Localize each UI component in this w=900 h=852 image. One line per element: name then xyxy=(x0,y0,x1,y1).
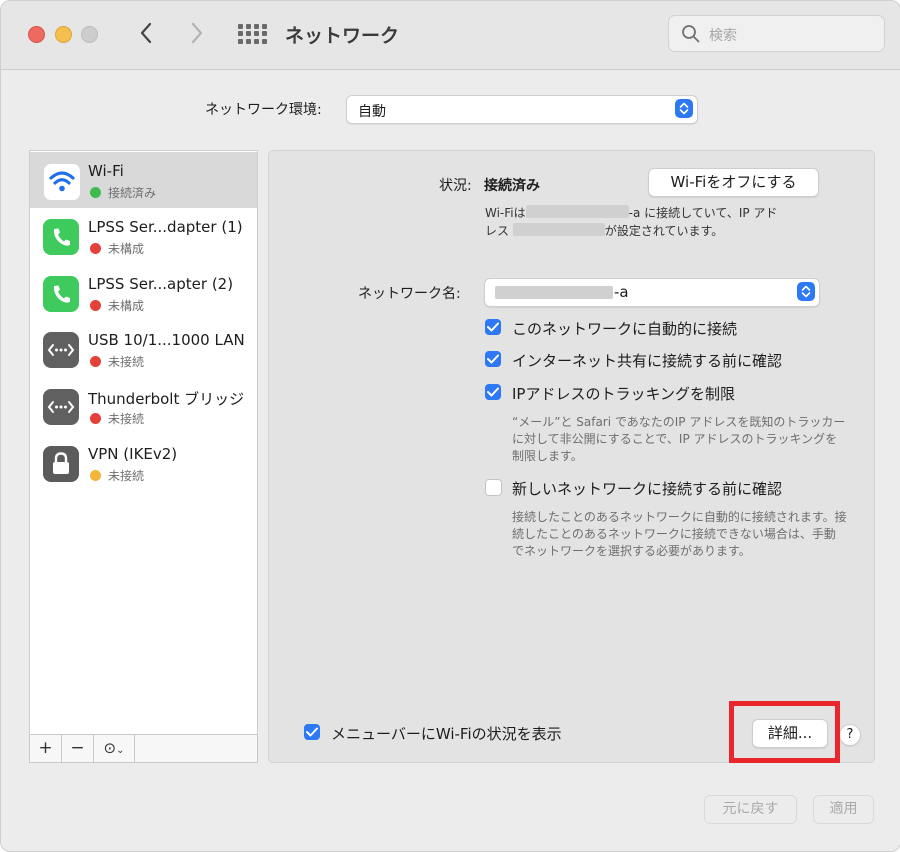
tracking-note: “メール”と Safari であなたのIP アドレスを既知のトラッカーに対して非… xyxy=(512,415,846,463)
location-label: ネットワーク環境: xyxy=(205,102,322,118)
ethernet-icon xyxy=(43,332,79,368)
chevron-down-icon: ⌄ xyxy=(116,745,125,756)
status-desc-part: レス xyxy=(485,224,510,238)
show-wifi-menubar-label: メニューバーにWi-Fiの状況を表示 xyxy=(331,725,562,743)
checkmark-icon xyxy=(306,727,318,737)
wifi-off-button[interactable]: Wi-Fiをオフにする xyxy=(648,168,819,197)
forward-button[interactable] xyxy=(182,19,210,47)
lock-icon xyxy=(43,446,79,482)
checkmark-icon xyxy=(487,354,499,364)
redacted-network-name xyxy=(495,286,613,299)
new-network-note: 接続したことのあるネットワークに自動的に接続されます。接続したことのあるネットワ… xyxy=(512,510,847,558)
ask-hotspot-checkbox[interactable] xyxy=(485,351,501,367)
service-item-wifi[interactable]: Wi-Fi 接続済み xyxy=(30,152,257,208)
status-dot xyxy=(90,470,101,481)
add-service-button[interactable]: + xyxy=(30,735,62,762)
service-name: Thunderbolt ブリッジ xyxy=(88,390,245,408)
status-dot xyxy=(90,300,101,311)
zoom-window-button[interactable] xyxy=(81,26,98,43)
service-list-toolbar: + − ⊙⌄ xyxy=(29,734,258,763)
service-item-vpn[interactable]: VPN (IKEv2) 未接続 xyxy=(30,435,257,491)
back-button[interactable] xyxy=(133,19,161,47)
wifi-icon xyxy=(43,163,81,201)
location-popup[interactable]: 自動 xyxy=(346,95,698,124)
limit-ip-tracking-label: IPアドレスのトラッキングを制限 xyxy=(512,385,736,403)
ask-new-network-checkbox[interactable] xyxy=(485,479,502,496)
auto-join-label: このネットワークに自動的に接続 xyxy=(512,320,738,338)
window-title: ネットワーク xyxy=(285,25,400,47)
status-dot xyxy=(90,187,101,198)
popup-stepper-icon xyxy=(675,99,693,118)
action-icon: ⊙ xyxy=(103,739,117,757)
chevron-left-icon xyxy=(140,22,152,44)
popup-stepper-icon xyxy=(797,282,815,301)
service-list: Wi-Fi 接続済み LPSS Ser...dapter (1) 未構成 LPS… xyxy=(29,150,258,735)
location-value: 自動 xyxy=(358,104,386,120)
search-field[interactable]: 検索 xyxy=(668,15,885,52)
search-placeholder: 検索 xyxy=(709,28,737,44)
help-button[interactable]: ? xyxy=(839,724,861,746)
checkmark-icon xyxy=(487,387,499,397)
auto-join-checkbox[interactable] xyxy=(485,319,501,335)
status-dot xyxy=(90,243,101,254)
highlight-box xyxy=(729,701,840,763)
remove-service-button[interactable]: − xyxy=(62,735,94,762)
ask-hotspot-label: インターネット共有に接続する前に確認 xyxy=(512,352,783,370)
redacted-network-name xyxy=(525,205,629,218)
network-preferences-window: ネットワーク 検索 ネットワーク環境: 自動 Wi-Fi 接続済み LPSS S… xyxy=(0,0,900,852)
service-status: 未接続 xyxy=(108,469,145,483)
service-status: 未構成 xyxy=(108,299,145,313)
network-name-label: ネットワーク名: xyxy=(358,286,461,302)
status-label: 状況: xyxy=(439,178,472,194)
ask-new-network-label: 新しいネットワークに接続する前に確認 xyxy=(512,480,783,498)
service-item-lpss-1[interactable]: LPSS Ser...dapter (1) 未構成 xyxy=(30,208,257,264)
service-name: USB 10/1...1000 LAN xyxy=(88,331,245,349)
action-menu-button[interactable]: ⊙⌄ xyxy=(94,735,135,762)
limit-ip-tracking-checkbox[interactable] xyxy=(485,384,501,400)
status-desc-part: Wi-Fiは xyxy=(485,206,526,220)
service-item-thunderbolt[interactable]: Thunderbolt ブリッジ 未接続 xyxy=(30,378,257,434)
service-status: 未接続 xyxy=(108,355,145,369)
chevron-right-icon xyxy=(191,22,203,44)
service-name: Wi-Fi xyxy=(88,162,124,180)
phone-icon xyxy=(43,276,79,312)
status-desc-part: が設定されています。 xyxy=(604,224,724,238)
service-item-usb-lan[interactable]: USB 10/1...1000 LAN 未接続 xyxy=(30,321,257,377)
status-description: Wi-Fiは -a に接続していて、IP アド レス が設定されています。 xyxy=(485,204,815,240)
network-name-value: -a xyxy=(614,283,629,301)
service-status: 接続済み xyxy=(108,186,157,200)
service-status: 未接続 xyxy=(108,412,145,426)
service-item-lpss-2[interactable]: LPSS Ser...apter (2) 未構成 xyxy=(30,265,257,321)
title-bar: ネットワーク 検索 xyxy=(1,1,900,70)
revert-button[interactable]: 元に戻す xyxy=(704,795,797,824)
checkmark-icon xyxy=(487,322,499,332)
show-all-grid-icon[interactable] xyxy=(238,24,267,44)
status-dot xyxy=(90,413,101,424)
minimize-window-button[interactable] xyxy=(55,26,72,43)
close-window-button[interactable] xyxy=(28,26,45,43)
service-name: VPN (IKEv2) xyxy=(88,445,178,463)
status-desc-part: -a に接続していて、IP アド xyxy=(628,206,778,220)
redacted-ip-address xyxy=(512,223,605,236)
service-name: LPSS Ser...dapter (1) xyxy=(88,218,243,236)
apply-button[interactable]: 適用 xyxy=(813,795,874,824)
status-value: 接続済み xyxy=(484,178,540,194)
ethernet-icon xyxy=(43,389,79,425)
service-name: LPSS Ser...apter (2) xyxy=(88,275,234,293)
status-dot xyxy=(90,356,101,367)
show-wifi-menubar-checkbox[interactable] xyxy=(304,724,320,740)
phone-icon xyxy=(43,219,79,255)
network-name-popup[interactable]: -a xyxy=(484,278,820,307)
search-icon xyxy=(682,25,700,43)
service-status: 未構成 xyxy=(108,242,145,256)
